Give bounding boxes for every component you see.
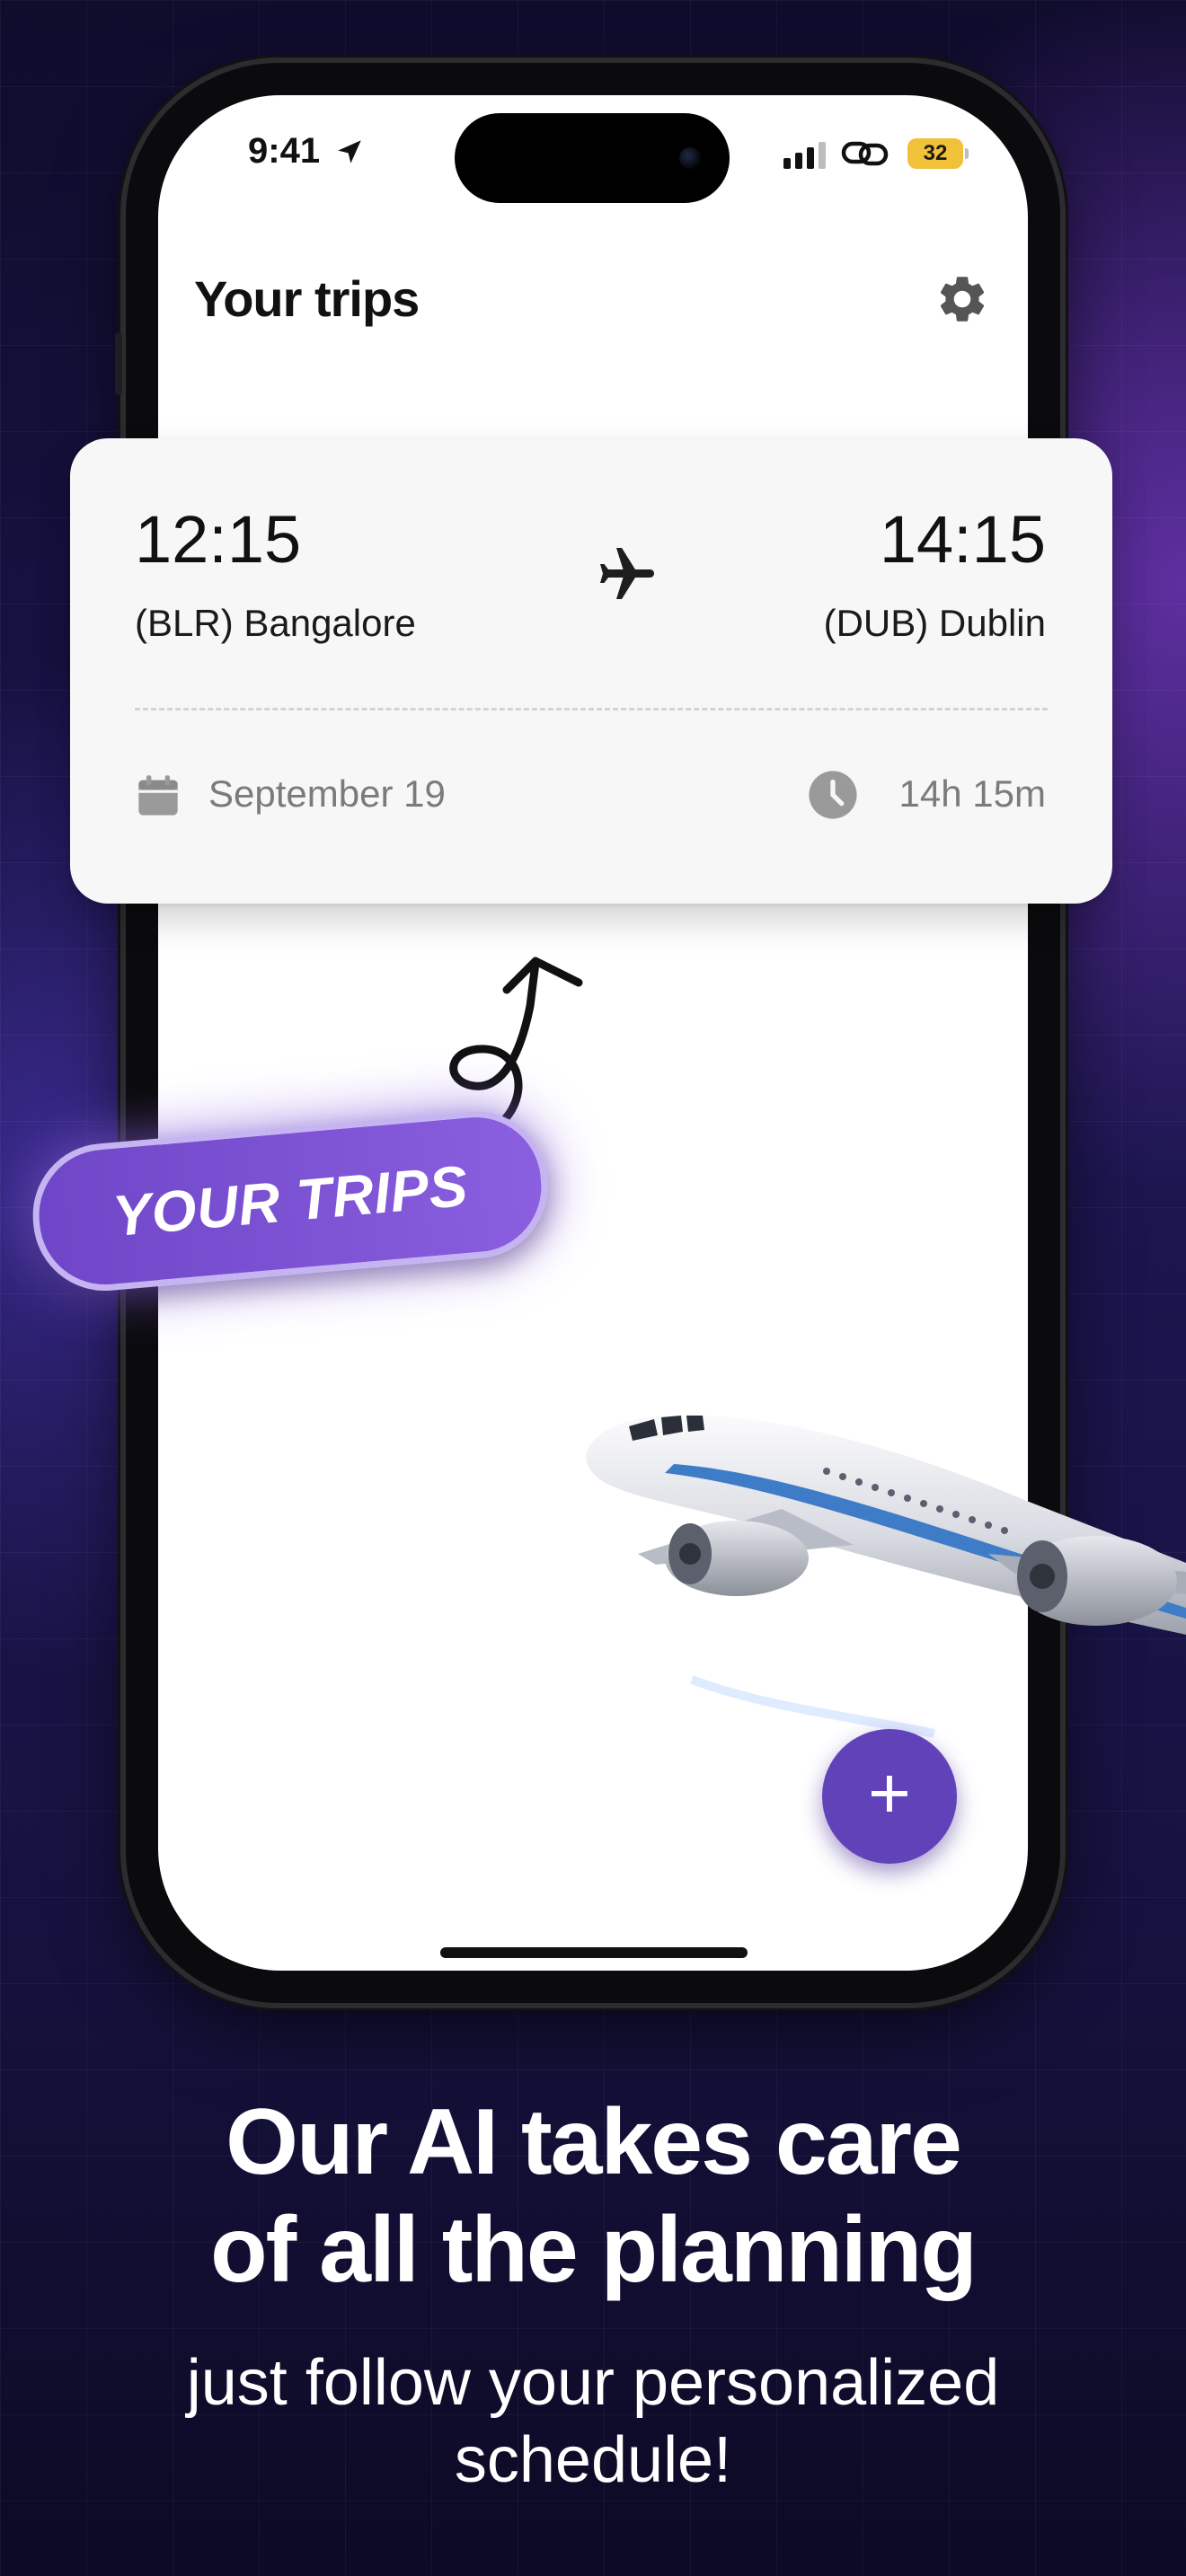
squiggle-arrow — [449, 957, 583, 1127]
promo-headline: Our AI takes care of all the planning — [0, 2088, 1186, 2304]
calendar-icon — [138, 775, 178, 816]
subline-line-2: schedule! — [454, 2424, 732, 2496]
signal-icon — [783, 140, 826, 169]
dynamic-island — [455, 113, 730, 203]
subline-line-1: just follow your personalized — [186, 2347, 1000, 2419]
callout-label: YOUR TRIPS — [110, 1152, 471, 1249]
add-trip-button[interactable]: + — [822, 1729, 957, 1864]
link-icon — [841, 141, 889, 166]
airplane-icon — [600, 548, 654, 599]
page-title: Your trips — [194, 270, 420, 327]
camera-icon — [679, 147, 701, 169]
trip-card[interactable]: 12:15 (BLR) Bangalore 14:15 (DUB) Dublin… — [70, 438, 1112, 904]
arrival-city: (DUB) Dublin — [823, 602, 1046, 644]
card-divider — [135, 708, 1048, 710]
headline-line-2: of all the planning — [210, 2198, 978, 2302]
airliner-illustration — [586, 1415, 1186, 1738]
battery-icon: 32 — [907, 138, 969, 169]
arrival-time: 14:15 — [879, 502, 1046, 577]
plus-icon: + — [868, 1752, 911, 1834]
location-arrow-icon — [338, 140, 361, 163]
trip-duration: 14h 15m — [898, 772, 1046, 815]
battery-level: 32 — [923, 141, 948, 165]
headline-line-1: Our AI takes care — [226, 2090, 962, 2194]
gear-icon[interactable] — [934, 271, 990, 327]
home-indicator[interactable] — [440, 1947, 748, 1958]
clock-icon — [809, 771, 857, 819]
status-time: 9:41 — [248, 131, 321, 171]
departure-city: (BLR) Bangalore — [135, 602, 416, 644]
trip-date: September 19 — [208, 772, 446, 815]
phone-action-button — [115, 332, 122, 395]
departure-time: 12:15 — [135, 502, 302, 577]
promo-subline: just follow your personalized schedule! — [0, 2344, 1186, 2499]
